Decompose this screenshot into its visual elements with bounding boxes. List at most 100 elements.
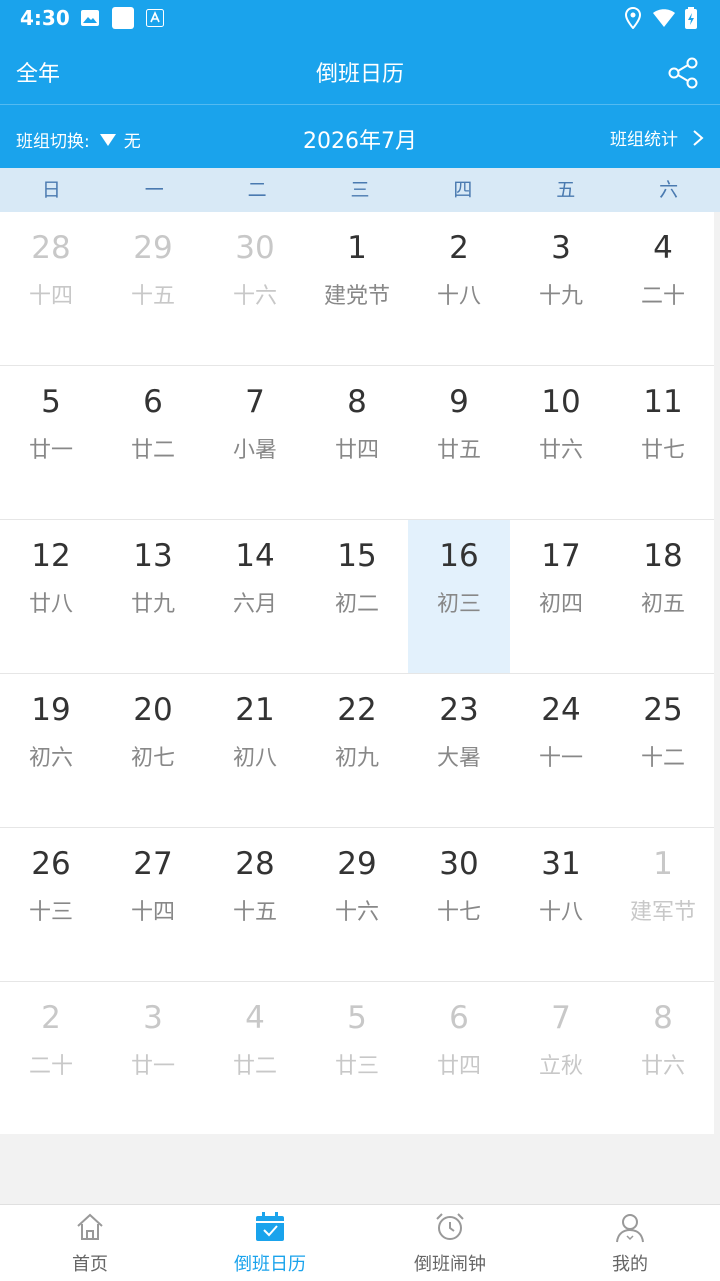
day-number: 25 xyxy=(643,692,683,728)
calendar-day-selected[interactable]: 16 初三 xyxy=(408,520,510,673)
calendar-day[interactable]: 10 廿六 xyxy=(510,366,612,519)
calendar-day[interactable]: 5 廿一 xyxy=(0,366,102,519)
lunar-date: 廿一 xyxy=(28,438,73,463)
calendar-week-row: 2 二十 3 廿一 4 廿二 5 廿三 6 廿四 7 立秋 8 廿六 xyxy=(0,982,714,1137)
calendar-day[interactable]: 31 十八 xyxy=(510,828,612,981)
nav-item-alarm-clock[interactable]: 倒班闹钟 xyxy=(360,1205,540,1281)
calendar-day[interactable]: 5 廿三 xyxy=(306,982,408,1137)
day-number: 14 xyxy=(235,538,275,574)
bottom-navigation: 首页 倒班日历 倒班闹钟 我的 xyxy=(0,1204,720,1281)
day-number: 1 xyxy=(653,846,673,882)
chevron-right-icon xyxy=(693,129,704,146)
calendar-day[interactable]: 1 建党节 xyxy=(306,212,408,365)
day-number: 1 xyxy=(347,230,367,266)
weekday-label: 日 xyxy=(41,179,61,201)
day-number: 24 xyxy=(541,692,581,728)
lunar-date: 廿二 xyxy=(232,1054,277,1079)
calendar-day[interactable]: 15 初二 xyxy=(306,520,408,673)
calendar-day[interactable]: 27 十四 xyxy=(102,828,204,981)
lunar-date: 十二 xyxy=(640,746,685,771)
team-stats-button[interactable]: 班组统计 xyxy=(610,125,704,150)
day-number: 29 xyxy=(133,230,173,266)
wifi-icon xyxy=(652,8,676,28)
calendar-day[interactable]: 22 初九 xyxy=(306,674,408,827)
day-number: 13 xyxy=(133,538,173,574)
calendar-day[interactable]: 7 立秋 xyxy=(510,982,612,1137)
calendar-day[interactable]: 8 廿四 xyxy=(306,366,408,519)
calendar-day[interactable]: 26 十三 xyxy=(0,828,102,981)
weekday-header: 日一二三四五六 xyxy=(0,168,720,212)
day-number: 10 xyxy=(541,384,581,420)
calendar-day[interactable]: 2 十八 xyxy=(408,212,510,365)
calendar-day[interactable]: 9 廿五 xyxy=(408,366,510,519)
day-number: 22 xyxy=(337,692,377,728)
calendar-day[interactable]: 4 廿二 xyxy=(204,982,306,1137)
calendar-day[interactable]: 13 廿九 xyxy=(102,520,204,673)
calendar-day[interactable]: 18 初五 xyxy=(612,520,714,673)
day-number: 11 xyxy=(643,384,683,420)
calendar-week-row: 5 廿一 6 廿二 7 小暑 8 廿四 9 廿五 10 廿六 11 廿七 xyxy=(0,366,714,520)
day-number: 27 xyxy=(133,846,173,882)
calendar-day[interactable]: 3 十九 xyxy=(510,212,612,365)
calendar-day[interactable]: 19 初六 xyxy=(0,674,102,827)
calendar-day[interactable]: 4 二十 xyxy=(612,212,714,365)
calendar-day[interactable]: 12 廿八 xyxy=(0,520,102,673)
nav-item-profile[interactable]: 我的 xyxy=(540,1205,720,1281)
calendar-day[interactable]: 2 二十 xyxy=(0,982,102,1137)
calendar-day[interactable]: 8 廿六 xyxy=(612,982,714,1137)
calendar-day[interactable]: 28 十五 xyxy=(204,828,306,981)
calendar-day[interactable]: 24 十一 xyxy=(510,674,612,827)
calendar-day[interactable]: 29 十六 xyxy=(306,828,408,981)
day-number: 5 xyxy=(347,1000,367,1036)
page-title: 倒班日历 xyxy=(315,62,404,87)
lunar-date: 二十 xyxy=(640,284,685,309)
toolbar: 班组切换: 无 2026年7月 班组统计 xyxy=(0,104,720,168)
calendar-day[interactable]: 6 廿二 xyxy=(102,366,204,519)
lunar-date: 初二 xyxy=(334,592,379,617)
calendar-day[interactable]: 29 十五 xyxy=(102,212,204,365)
calendar-day[interactable]: 14 六月 xyxy=(204,520,306,673)
lunar-date: 十五 xyxy=(232,900,277,925)
lunar-date: 初六 xyxy=(28,746,73,771)
calendar-day[interactable]: 6 廿四 xyxy=(408,982,510,1137)
nav-item-calendar[interactable]: 倒班日历 xyxy=(180,1205,360,1281)
calendar-week-row: 28 十四 29 十五 30 十六 1 建党节 2 十八 3 十九 4 二十 xyxy=(0,212,714,366)
calendar-day[interactable]: 3 廿一 xyxy=(102,982,204,1137)
calendar-day[interactable]: 30 十七 xyxy=(408,828,510,981)
calendar-day[interactable]: 17 初四 xyxy=(510,520,612,673)
lunar-date: 初八 xyxy=(232,746,277,771)
calendar-day[interactable]: 25 十二 xyxy=(612,674,714,827)
day-number: 30 xyxy=(235,230,275,266)
calendar-day[interactable]: 30 十六 xyxy=(204,212,306,365)
day-number: 8 xyxy=(347,384,367,420)
lunar-date: 廿八 xyxy=(28,592,73,617)
lunar-date: 立秋 xyxy=(538,1054,583,1079)
share-icon[interactable] xyxy=(666,56,700,90)
day-number: 8 xyxy=(653,1000,673,1036)
calendar-day[interactable]: 28 十四 xyxy=(0,212,102,365)
day-number: 26 xyxy=(31,846,71,882)
lunar-date: 初五 xyxy=(640,592,685,617)
calendar-day[interactable]: 23 大暑 xyxy=(408,674,510,827)
day-number: 2 xyxy=(41,1000,61,1036)
day-number: 23 xyxy=(439,692,479,728)
calendar-day[interactable]: 20 初七 xyxy=(102,674,204,827)
calendar-day[interactable]: 11 廿七 xyxy=(612,366,714,519)
day-number: 31 xyxy=(541,846,581,882)
team-stats-label: 班组统计 xyxy=(610,130,678,150)
day-number: 15 xyxy=(337,538,377,574)
nav-item-home[interactable]: 首页 xyxy=(0,1205,180,1281)
weekday-label: 五 xyxy=(556,179,576,201)
calendar-day[interactable]: 21 初八 xyxy=(204,674,306,827)
lunar-date: 十四 xyxy=(28,284,73,309)
day-number: 3 xyxy=(143,1000,163,1036)
day-number: 6 xyxy=(449,1000,469,1036)
lunar-date: 小暑 xyxy=(232,438,277,463)
calendar-day[interactable]: 1 建军节 xyxy=(612,828,714,981)
calendar-day[interactable]: 7 小暑 xyxy=(204,366,306,519)
day-number: 20 xyxy=(133,692,173,728)
font-notification-icon xyxy=(146,8,164,28)
day-number: 21 xyxy=(235,692,275,728)
lunar-date: 廿六 xyxy=(538,438,583,463)
battery-icon xyxy=(684,7,698,29)
